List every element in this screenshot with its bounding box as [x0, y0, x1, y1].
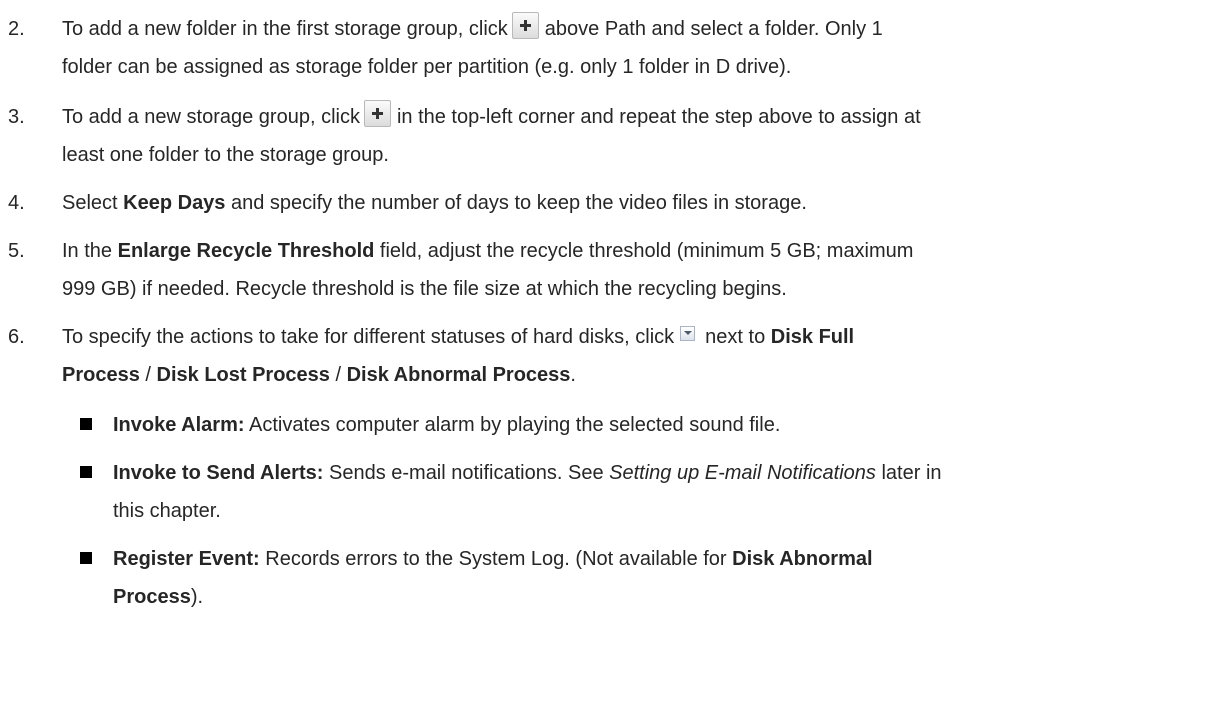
step-2: 2. To add a new folder in the first stor…	[0, 10, 1223, 86]
bullet-square-icon	[80, 418, 92, 430]
step-3: 3. To add a new storage group, click in t…	[0, 98, 1223, 174]
step-text-line: To specify the actions to take for diffe…	[62, 326, 855, 348]
ui-term: Disk Lost Process	[156, 364, 330, 386]
ui-term: Process	[113, 586, 191, 608]
step-number: 3.	[8, 106, 25, 128]
ui-term: Disk Abnormal Process	[346, 364, 571, 386]
step-text-line: To add a new folder in the first storage…	[62, 10, 1223, 48]
bullet-label: Register Event:	[113, 548, 260, 570]
ui-term: Process	[62, 364, 140, 386]
bullet-label: Invoke Alarm:	[113, 414, 245, 436]
bullet-label: Invoke to Send Alerts:	[113, 462, 324, 484]
list-item: Invoke Alarm: Activates computer alarm b…	[0, 406, 1223, 444]
cross-reference: Setting up E-mail Notifications	[609, 462, 876, 484]
dropdown-arrow-icon	[680, 326, 696, 341]
list-item: Invoke to Send Alerts: Sends e-mail noti…	[0, 454, 1223, 530]
step-text-line: 999 GB) if needed. Recycle threshold is …	[62, 278, 787, 300]
list-item: Register Event: Records errors to the Sy…	[0, 540, 1223, 616]
step-text-line: In the Enlarge Recycle Threshold field, …	[62, 240, 914, 262]
step-number: 5.	[8, 240, 25, 262]
bullet-square-icon	[80, 466, 92, 478]
step-text-line: folder can be assigned as storage folder…	[62, 56, 792, 78]
plus-icon	[511, 12, 539, 39]
step-number: 2.	[8, 18, 25, 40]
step-text-line: least one folder to the storage group.	[62, 144, 389, 166]
ui-term: Enlarge Recycle Threshold	[117, 240, 375, 262]
step-6: 6. To specify the actions to take for di…	[0, 318, 1223, 394]
plus-icon	[363, 100, 391, 127]
step-text-line: To add a new storage group, click in the …	[62, 98, 1223, 136]
step-number: 6.	[8, 326, 25, 348]
step-number: 4.	[8, 192, 25, 214]
ui-term: Disk Abnormal	[732, 548, 873, 570]
step-text-line: Process / Disk Lost Process / Disk Abnor…	[62, 364, 576, 386]
step-text-line: Select Keep Days and specify the number …	[62, 192, 807, 214]
step-4: 4. Select Keep Days and specify the numb…	[0, 184, 1223, 222]
ui-term: Disk Full	[770, 326, 855, 348]
bullet-square-icon	[80, 552, 92, 564]
step-5: 5. In the Enlarge Recycle Threshold fiel…	[0, 232, 1223, 308]
ui-term: Keep Days	[123, 192, 226, 214]
